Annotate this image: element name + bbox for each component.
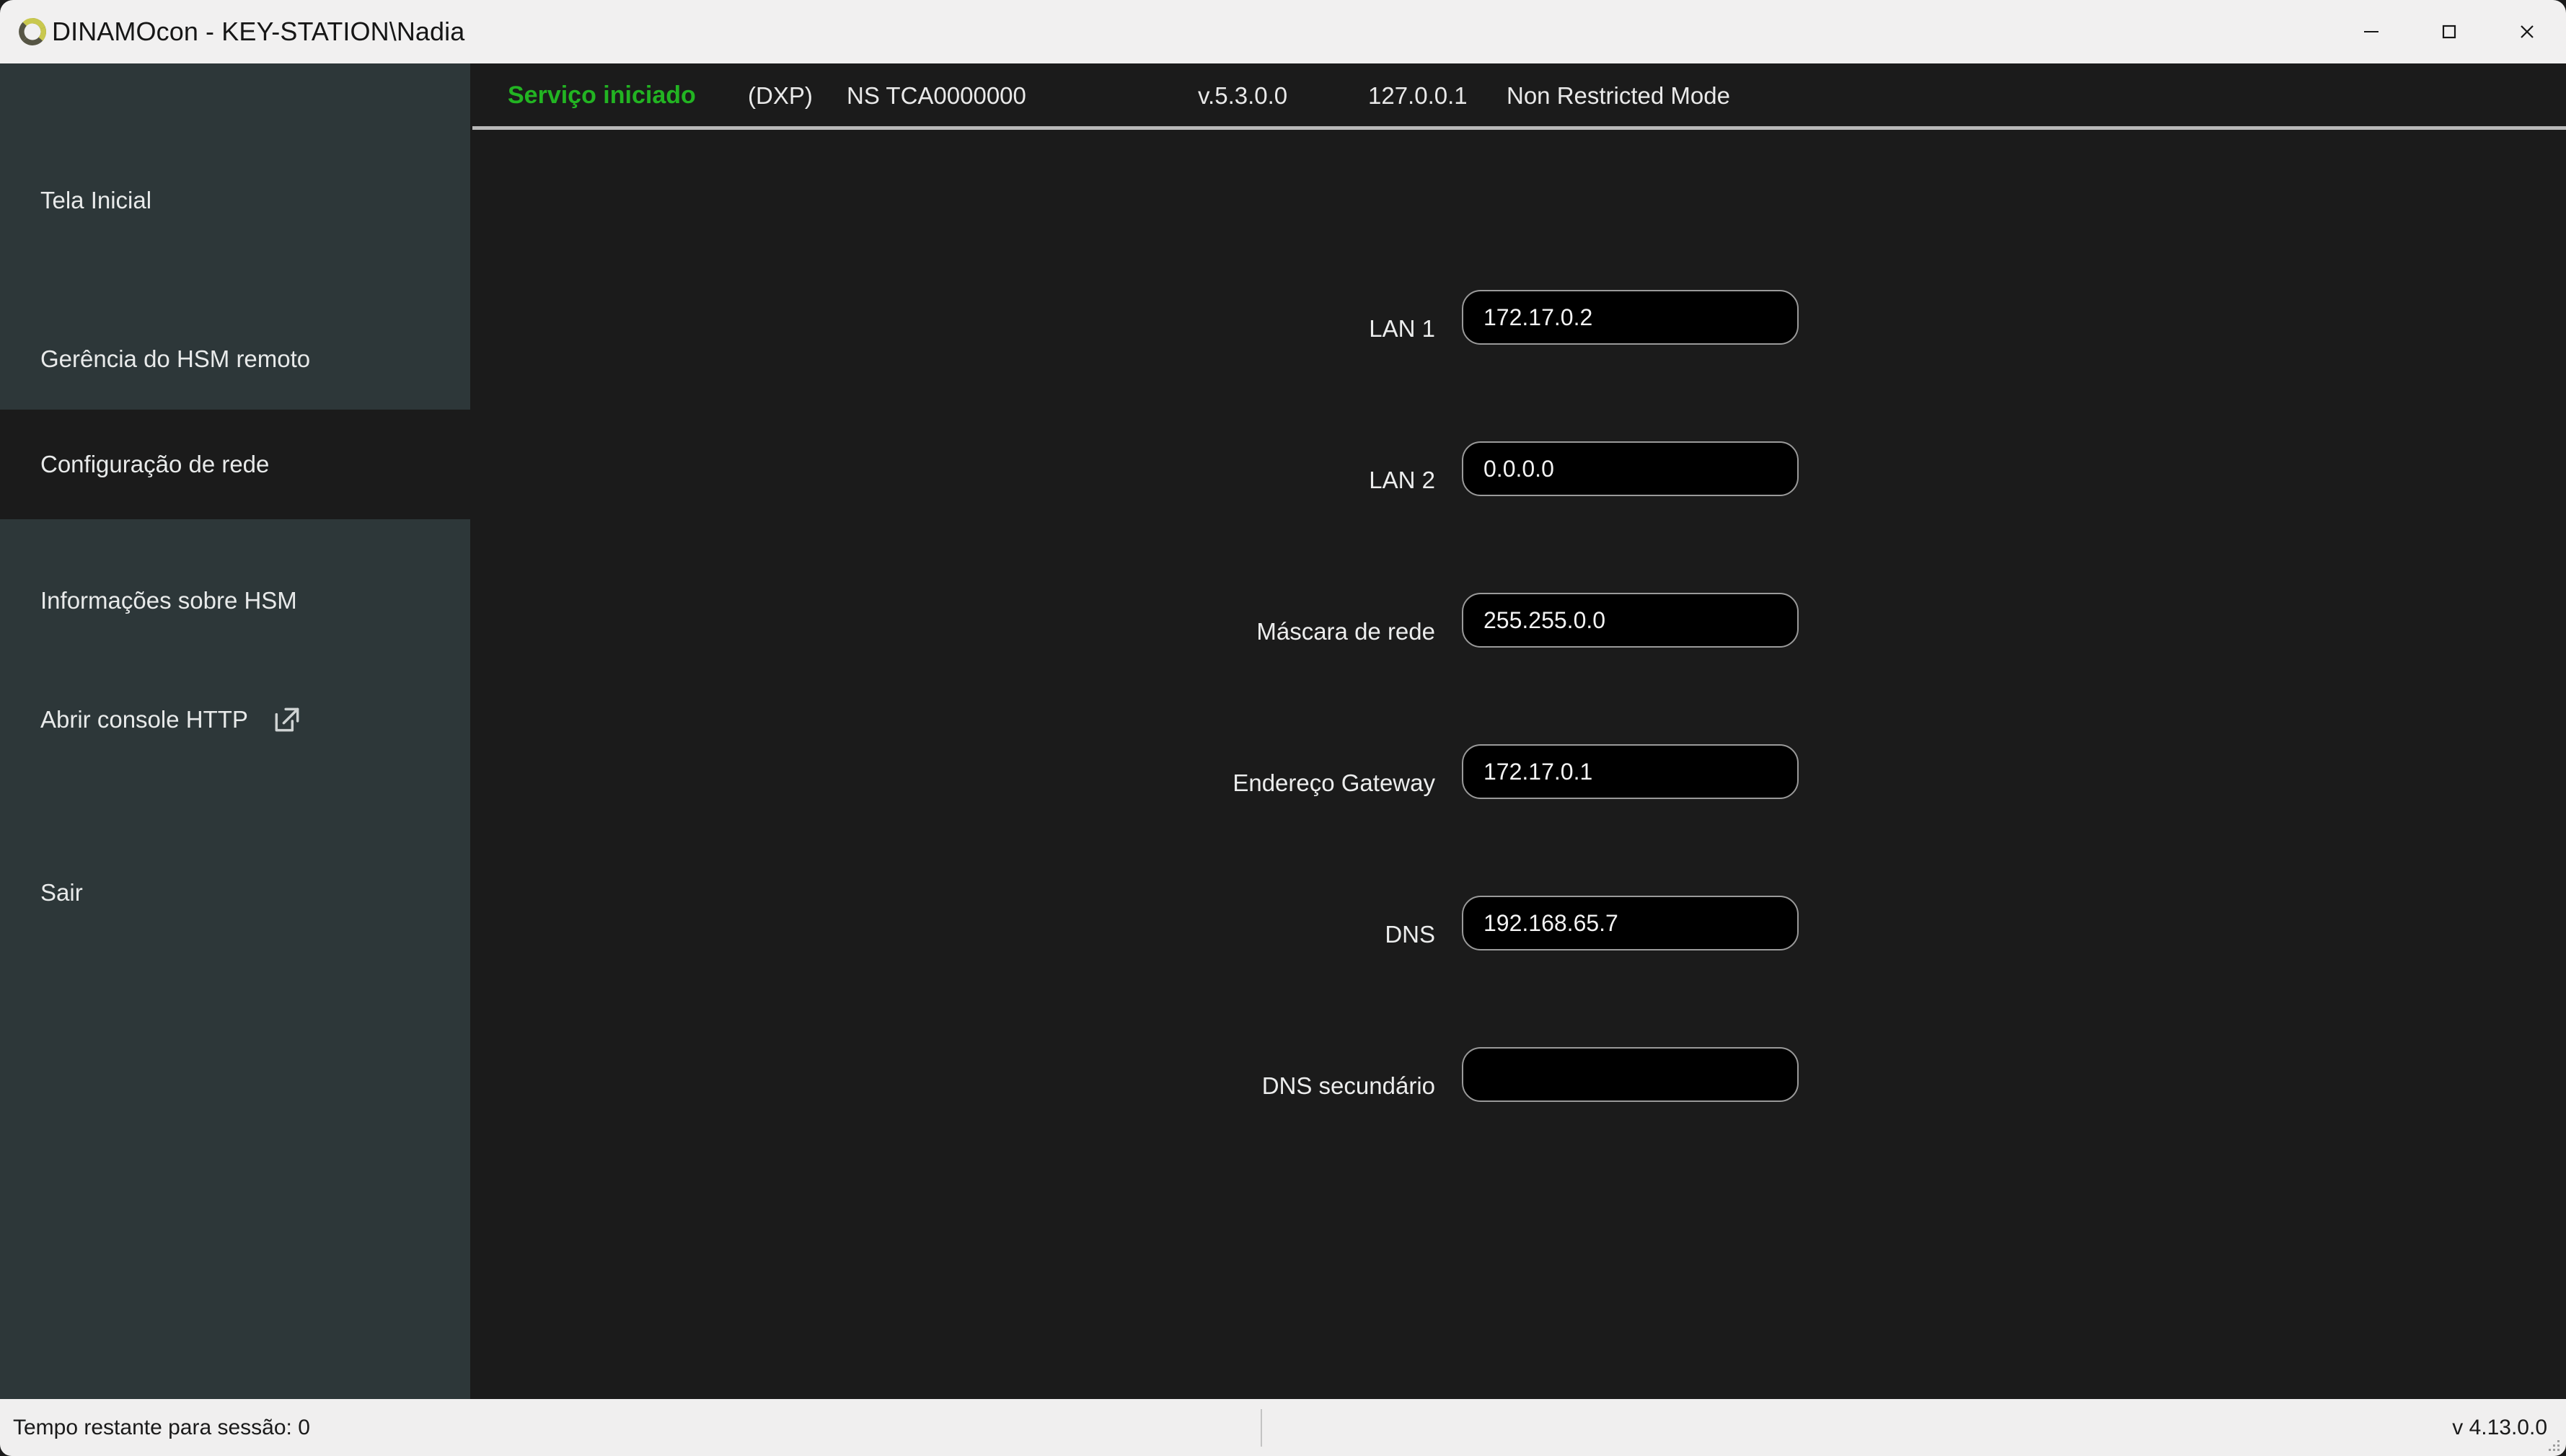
dns-secundario-input[interactable]	[1462, 1047, 1799, 1102]
protocol-text: (DXP)	[748, 81, 813, 109]
sidebar-item-label: Tela Inicial	[40, 187, 152, 213]
label-netmask: Máscara de rede	[1256, 618, 1435, 645]
netmask-input[interactable]	[1462, 593, 1799, 648]
window-controls	[2332, 0, 2566, 63]
status-bar-divider	[1261, 1409, 1262, 1447]
sidebar-item-configuracao-de-rede[interactable]: Configuração de rede	[0, 410, 470, 519]
lan2-input[interactable]	[1462, 441, 1799, 496]
sidebar-item-label: Informações sobre HSM	[40, 587, 297, 614]
label-lan1: LAN 1	[1369, 315, 1435, 342]
sidebar-item-abrir-console-http[interactable]: Abrir console HTTP	[0, 680, 470, 759]
label-dns-secundario: DNS secundário	[1261, 1072, 1435, 1099]
dns-input[interactable]	[1462, 896, 1799, 950]
label-gateway: Endereço Gateway	[1233, 769, 1435, 796]
sidebar-item-label: Configuração de rede	[40, 451, 270, 477]
session-time-text: Tempo restante para sessão: 0	[13, 1415, 310, 1439]
form-row-dns: DNS	[470, 896, 2566, 963]
form-row-gateway: Endereço Gateway	[470, 744, 2566, 812]
form-row-dns-secundario: DNS secundário	[470, 1047, 2566, 1115]
form-row-lan1: LAN 1	[470, 290, 2566, 358]
external-link-icon[interactable]	[271, 704, 303, 736]
ip-address-text: 127.0.0.1	[1368, 81, 1468, 109]
sidebar-navigation: Tela Inicial Gerência do HSM remoto Config…	[0, 63, 470, 1399]
window-title: DINAMOcon - KEY-STATION\Nadia	[52, 17, 465, 46]
form-row-netmask: Máscara de rede	[470, 593, 2566, 661]
title-bar-left: DINAMOcon - KEY-STATION\Nadia	[0, 15, 2332, 48]
application-window: DINAMOcon - KEY-STATION\Nadia Tela Inici…	[0, 0, 2566, 1456]
form-row-lan2: LAN 2	[470, 441, 2566, 509]
sidebar-item-label: Sair	[40, 879, 83, 906]
sidebar-item-label: Abrir console HTTP	[40, 706, 248, 733]
serial-number-text: NS TCA0000000	[847, 81, 1026, 109]
bottom-status-bar: Tempo restante para sessão: 0 v 4.13.0.0	[0, 1399, 2566, 1456]
app-version-text: v 4.13.0.0	[2452, 1415, 2547, 1439]
dinamo-ring-logo-icon	[16, 15, 49, 48]
sidebar-item-sair[interactable]: Sair	[0, 853, 470, 932]
service-state-text: Serviço iniciado	[508, 81, 696, 109]
label-dns: DNS	[1385, 921, 1435, 948]
firmware-version-text: v.5.3.0.0	[1198, 81, 1288, 109]
title-bar[interactable]: DINAMOcon - KEY-STATION\Nadia	[0, 0, 2566, 63]
sidebar-item-gerencia-hsm-remoto[interactable]: Gerência do HSM remoto	[0, 309, 470, 410]
sidebar-item-informacoes-sobre-hsm[interactable]: Informações sobre HSM	[0, 561, 470, 640]
resize-grip-icon[interactable]	[2543, 1434, 2562, 1453]
gateway-input[interactable]	[1462, 744, 1799, 799]
restriction-mode-text: Non Restricted Mode	[1507, 81, 1730, 109]
network-configuration-form: LAN 1 LAN 2 Máscara de rede Endereço Gatewa…	[470, 130, 2566, 1399]
label-lan2: LAN 2	[1369, 467, 1435, 493]
sidebar-item-tela-inicial[interactable]: Tela Inicial	[0, 150, 470, 251]
minimize-button[interactable]	[2332, 0, 2410, 63]
service-status-strip: Serviço iniciado (DXP) NS TCA0000000 v.5…	[470, 63, 2566, 128]
sidebar-item-label: Gerência do HSM remoto	[40, 345, 311, 372]
lan1-input[interactable]	[1462, 290, 1799, 345]
maximize-button[interactable]	[2410, 0, 2488, 63]
close-button[interactable]	[2488, 0, 2566, 63]
